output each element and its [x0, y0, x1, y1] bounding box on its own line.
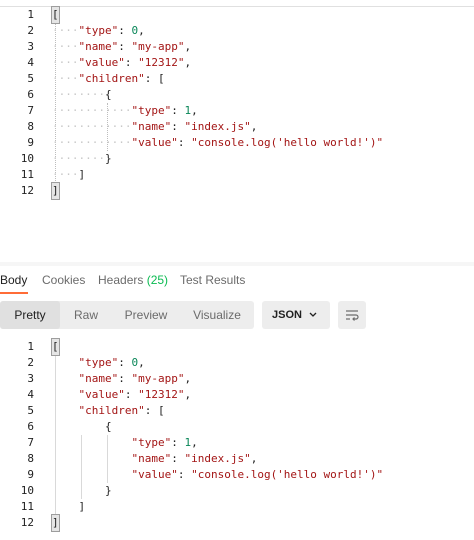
bracket-close: ] — [78, 500, 86, 513]
tab-headers-label: Headers — [98, 273, 144, 287]
line-number: 10 — [20, 484, 34, 497]
json-key: "type" — [78, 24, 119, 37]
line-number: 4 — [27, 56, 34, 69]
line-number: 8 — [27, 120, 34, 133]
line-number: 6 — [27, 420, 34, 433]
json-key: "type" — [131, 104, 172, 117]
json-key: "type" — [78, 356, 119, 369]
wrap-lines-icon — [346, 310, 359, 321]
line-number: 7 — [27, 104, 34, 117]
pane-resizer[interactable] — [0, 262, 474, 266]
brace-open: { — [104, 88, 112, 101]
bracket-close: ] — [78, 168, 86, 181]
json-string: "console.log('hello world!')" — [191, 468, 384, 481]
pretty-button[interactable]: Pretty — [0, 301, 60, 329]
json-key: "type" — [131, 436, 172, 449]
tab-test-results[interactable]: Test Results — [180, 272, 245, 288]
json-key: "name" — [131, 452, 172, 465]
line-number: 9 — [27, 136, 34, 149]
line-number: 12 — [20, 184, 34, 197]
line-number: 4 — [27, 388, 34, 401]
json-string: "my-app" — [131, 372, 185, 385]
line-number: 5 — [27, 404, 34, 417]
response-tabs: Body Cookies Headers (25) Test Results — [0, 270, 474, 296]
brace-open: { — [104, 420, 112, 433]
line-number: 2 — [27, 356, 34, 369]
json-key: "children" — [78, 72, 145, 85]
json-string: "12312" — [138, 388, 185, 401]
line-number: 3 — [27, 372, 34, 385]
bracket-open: [ — [51, 338, 60, 356]
line-number: 11 — [20, 500, 34, 513]
headers-count-badge: (25) — [146, 273, 169, 287]
tab-cookies[interactable]: Cookies — [42, 272, 85, 288]
format-dropdown-label: JSON — [272, 309, 302, 321]
active-tab-indicator — [0, 292, 28, 294]
request-body-editor[interactable]: 1 2 3 4 5 6 7 8 9 10 11 12 [ ····"type":… — [0, 0, 474, 263]
tab-headers[interactable]: Headers (25) — [98, 272, 168, 288]
bracket-open: [ — [51, 6, 60, 24]
line-number: 1 — [27, 8, 34, 21]
bracket-close: ] — [51, 514, 60, 532]
json-string: "console.log('hello world!')" — [191, 136, 384, 149]
visualize-button[interactable]: Visualize — [180, 301, 254, 329]
json-string: "12312" — [138, 56, 185, 69]
json-key: "name" — [78, 372, 119, 385]
line-number: 9 — [27, 468, 34, 481]
view-mode-segmented-control: Pretty Raw Preview Visualize — [0, 301, 254, 329]
line-number: 5 — [27, 72, 34, 85]
wrap-lines-button[interactable] — [338, 301, 366, 329]
tab-body[interactable]: Body — [0, 272, 27, 288]
line-number: 6 — [27, 88, 34, 101]
brace-close: } — [104, 484, 112, 497]
line-number: 7 — [27, 436, 34, 449]
json-string: "index.js" — [184, 452, 251, 465]
line-number: 10 — [20, 152, 34, 165]
json-string: "index.js" — [184, 120, 251, 133]
bracket-open: [ — [157, 72, 165, 85]
bracket-open: [ — [157, 404, 165, 417]
json-string: "my-app" — [131, 40, 185, 53]
bracket-close: ] — [51, 182, 60, 200]
json-key: "name" — [78, 40, 119, 53]
preview-button[interactable]: Preview — [112, 301, 180, 329]
line-number: 2 — [27, 24, 34, 37]
line-number: 1 — [27, 340, 34, 353]
raw-button[interactable]: Raw — [60, 301, 112, 329]
json-key: "children" — [78, 404, 145, 417]
editor-top-border — [0, 0, 474, 7]
chevron-down-icon — [309, 312, 317, 317]
json-key: "value" — [131, 468, 178, 481]
json-key: "value" — [78, 388, 125, 401]
json-key: "value" — [78, 56, 125, 69]
json-key: "name" — [131, 120, 172, 133]
brace-close: } — [104, 152, 112, 165]
line-number: 8 — [27, 452, 34, 465]
line-number: 12 — [20, 516, 34, 529]
format-dropdown[interactable]: JSON — [262, 301, 330, 329]
json-key: "value" — [131, 136, 178, 149]
line-number: 3 — [27, 40, 34, 53]
line-number: 11 — [20, 168, 34, 181]
